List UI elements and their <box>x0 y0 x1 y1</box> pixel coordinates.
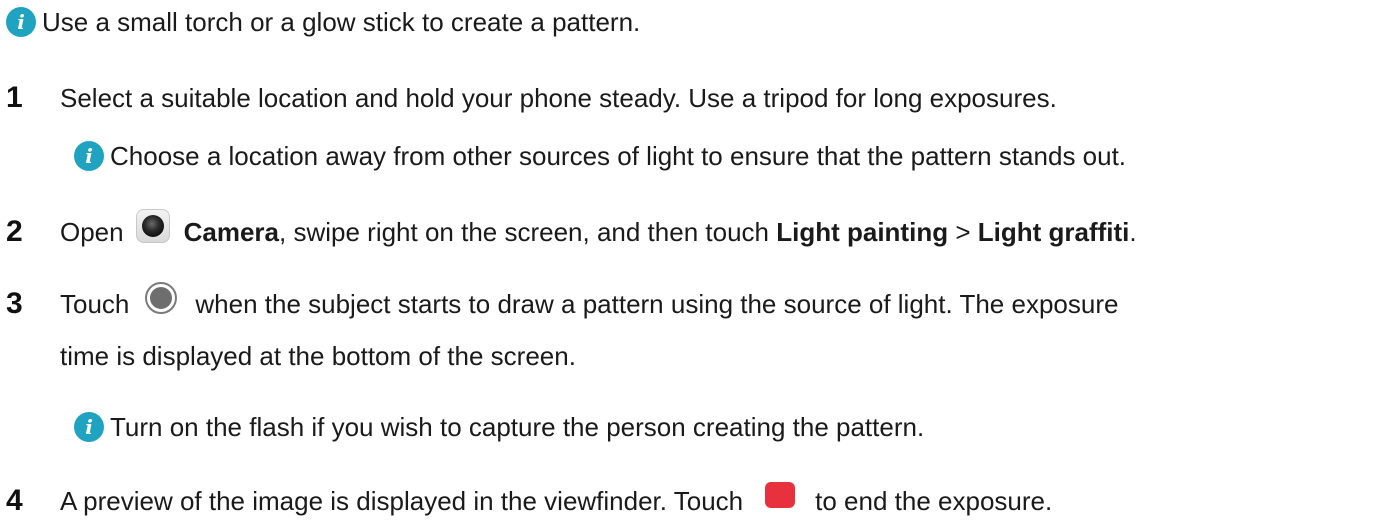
step-2-separator: > <box>955 217 971 247</box>
step-3-tip: i Turn on the flash if you wish to captu… <box>74 410 924 444</box>
step-number-2: 2 <box>6 215 23 248</box>
step-3-line-2-text: time is displayed at the bottom of the s… <box>60 341 576 371</box>
info-icon: i <box>74 141 104 171</box>
step-2-text: Open Camera , swipe right on the screen,… <box>60 209 1137 249</box>
step-3-touch: Touch <box>60 289 130 319</box>
step-1-text: Select a suitable location and hold your… <box>60 81 1057 115</box>
step-2-end: . <box>1129 217 1137 247</box>
step-2-app-name: Camera <box>183 217 280 247</box>
step-3-tip-text: Turn on the flash if you wish to capture… <box>110 412 925 442</box>
step-2-mode-light-graffiti: Light graffiti <box>977 217 1130 247</box>
camera-app-icon <box>135 209 170 243</box>
step-2-mid: , swipe right on the screen, and then to… <box>279 217 769 247</box>
step-3-line-1-text: when the subject starts to draw a patter… <box>195 289 1119 319</box>
step-4-text: A preview of the image is displayed in t… <box>60 482 1053 518</box>
tip-top: i Use a small torch or a glow stick to c… <box>6 5 640 39</box>
tip-top-text: Use a small torch or a glow stick to cre… <box>42 7 641 37</box>
step-1-label: Select a suitable location and hold your… <box>60 83 1057 113</box>
step-number-4: 4 <box>6 484 23 517</box>
shutter-button-icon <box>145 282 178 314</box>
step-number-1: 1 <box>6 81 23 114</box>
info-icon: i <box>74 412 104 442</box>
step-2-open: Open <box>60 217 124 247</box>
step-number-3: 3 <box>6 287 23 320</box>
step-4-post: to end the exposure. <box>815 486 1053 516</box>
stop-button-icon <box>765 482 796 508</box>
step-3-line-1: Touch when the subject starts to draw a … <box>60 282 1119 321</box>
step-1-tip-text: Choose a location away from other source… <box>110 141 1127 171</box>
step-2-mode-light-painting: Light painting <box>776 217 949 247</box>
info-icon: i <box>6 7 36 37</box>
step-1-tip: i Choose a location away from other sour… <box>74 139 1126 173</box>
step-4-pre: A preview of the image is displayed in t… <box>60 486 744 516</box>
step-3-line-2: time is displayed at the bottom of the s… <box>60 339 576 373</box>
